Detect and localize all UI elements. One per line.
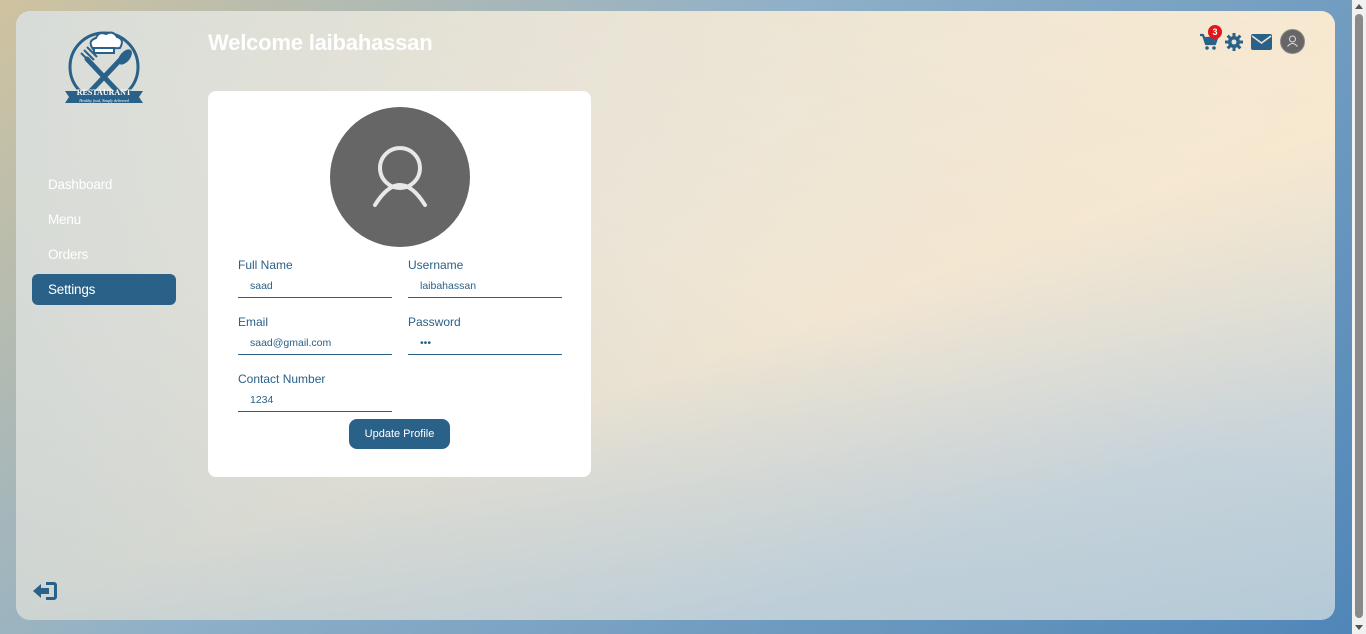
scroll-down-icon[interactable] [1355,625,1363,630]
password-field: Password [408,315,562,355]
logout-icon[interactable] [32,579,58,603]
full-name-field: Full Name [238,258,392,298]
sidebar-nav: Dashboard Menu Orders Settings [32,169,176,309]
svg-text:Healthy food, Simply delivered: Healthy food, Simply delivered [78,98,129,104]
user-avatar-icon [1280,29,1305,54]
contact-number-input[interactable] [238,393,392,412]
update-profile-button[interactable]: Update Profile [349,419,450,449]
full-name-label: Full Name [238,258,293,272]
header-actions: 3 [1199,24,1305,59]
contact-number-label: Contact Number [238,372,326,386]
username-input[interactable] [408,279,562,298]
profile-card: Full Name Username Email Password Contac… [208,91,591,477]
sidebar-item-settings[interactable]: Settings [32,274,176,305]
email-input[interactable] [238,336,392,355]
profile-avatar[interactable] [330,107,470,247]
mail-icon [1251,33,1272,50]
sidebar-item-menu[interactable]: Menu [32,204,176,235]
username-field: Username [408,258,562,298]
contact-number-field: Contact Number [238,372,392,412]
user-icon [373,146,427,207]
page-title: Welcome laibahassan [208,30,433,55]
settings-button[interactable] [1225,32,1243,56]
username-label: Username [408,258,464,272]
email-field: Email [238,315,392,355]
sidebar-item-orders[interactable]: Orders [32,239,176,270]
password-input[interactable] [408,336,562,355]
cart-badge: 3 [1208,24,1222,39]
restaurant-logo: RESTAURANT Healthy food, Simply delivere… [65,31,143,104]
sidebar-item-dashboard[interactable]: Dashboard [32,169,176,200]
password-label: Password [408,315,461,329]
gear-icon [1225,32,1243,51]
scrollbar-thumb[interactable] [1355,14,1363,618]
mail-button[interactable] [1251,33,1272,55]
full-name-input[interactable] [238,279,392,298]
user-avatar-button[interactable] [1280,29,1305,59]
app-window: RESTAURANT Healthy food, Simply delivere… [16,11,1335,620]
scroll-up-icon[interactable] [1355,4,1363,9]
svg-text:RESTAURANT: RESTAURANT [77,88,132,97]
page-scrollbar[interactable] [1352,0,1366,634]
cart-button[interactable]: 3 [1199,24,1222,56]
email-label: Email [238,315,269,329]
